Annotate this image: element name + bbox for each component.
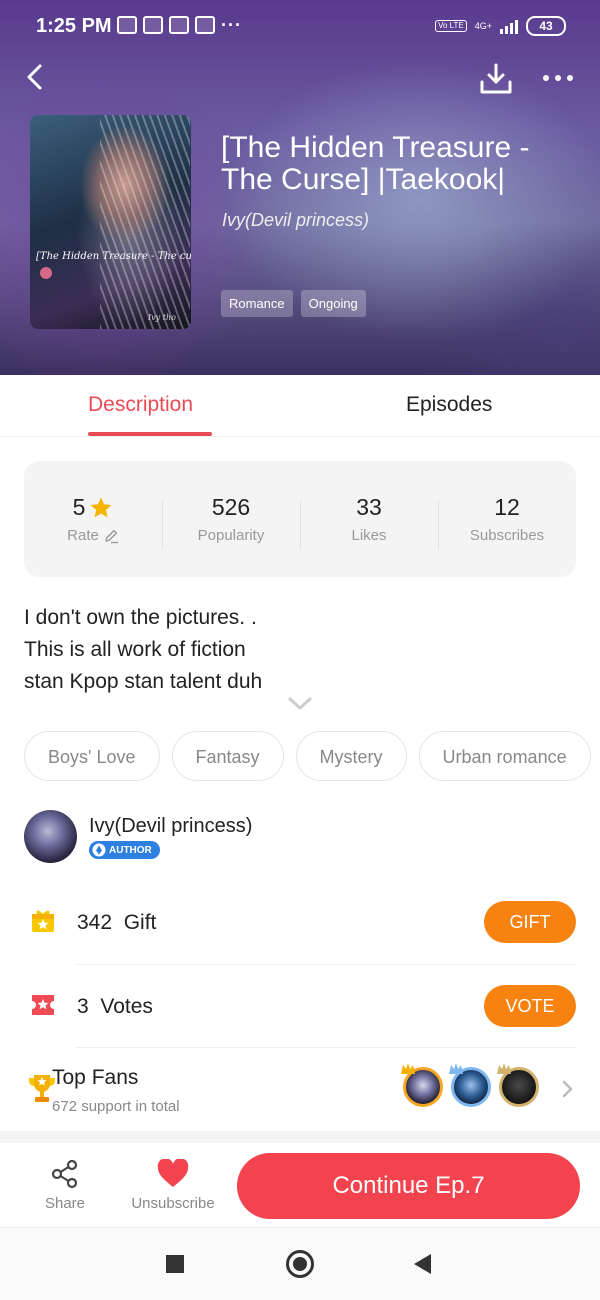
fan-avatar[interactable]	[449, 1063, 491, 1107]
stats-card: 5 Rate 526 Popularity 33 Likes 12 Subscr…	[24, 461, 576, 577]
rate-value: 5	[72, 494, 86, 520]
gift-icon	[32, 910, 54, 932]
nav-home-icon[interactable]	[286, 1250, 314, 1278]
network-type: 4G+	[474, 20, 492, 31]
chevron-down-icon[interactable]	[288, 697, 312, 711]
stat-likes: 33 Likes	[300, 494, 438, 550]
gift-text: 342 Gift	[77, 911, 156, 935]
app-icon	[169, 16, 189, 34]
crown-icon	[401, 1063, 415, 1074]
back-arrow-icon[interactable]	[22, 62, 52, 92]
book-title: [The Hidden Treasure - The Curse] |Taeko…	[221, 131, 530, 196]
top-fans-subtitle: 672 support in total	[52, 1098, 180, 1115]
book-description: I don't own the pictures. . This is all …	[24, 602, 574, 698]
continue-reading-button[interactable]: Continue Ep.7	[237, 1153, 580, 1219]
unsubscribe-label: Unsubscribe	[131, 1195, 215, 1212]
app-icon	[195, 16, 215, 34]
description-line: stan Kpop stan talent duh	[24, 670, 263, 693]
chevron-right-icon[interactable]	[561, 1080, 573, 1098]
genre-chip[interactable]: Fantasy	[171, 731, 284, 781]
status-bar: 1:25 PM ··· Vo LTE 4G+ 43	[0, 0, 600, 54]
top-fans-avatars[interactable]	[401, 1063, 539, 1107]
more-notifications-icon: ···	[221, 15, 242, 35]
genre-chips: Boys' Love Fantasy Mystery Urban romance	[24, 731, 591, 781]
votes-count: 3	[77, 995, 89, 1018]
genre-chip[interactable]: Mystery	[295, 731, 407, 781]
gift-label: Gift	[123, 911, 157, 934]
edit-icon[interactable]	[103, 528, 119, 544]
share-button[interactable]: Share	[38, 1159, 92, 1212]
star-icon	[90, 497, 112, 517]
message-icon	[117, 16, 137, 34]
genre-chip[interactable]: Boys' Love	[24, 731, 160, 781]
likes-value: 33	[356, 494, 382, 520]
share-icon	[51, 1159, 78, 1189]
vote-button[interactable]: VOTE	[484, 985, 576, 1027]
volte-icon: Vo LTE	[435, 20, 467, 32]
battery-icon: 43	[526, 16, 566, 36]
likes-label: Likes	[351, 527, 387, 544]
tag-romance: Romance	[221, 290, 293, 317]
fan-avatar[interactable]	[497, 1063, 539, 1107]
active-tab-indicator	[88, 432, 212, 436]
stat-popularity: 526 Popularity	[162, 494, 300, 550]
notification-icons: ···	[117, 16, 242, 34]
nav-recents-icon[interactable]	[166, 1255, 184, 1273]
rate-label: Rate	[67, 527, 99, 544]
subscribes-label: Subscribes	[469, 527, 545, 544]
book-cover[interactable]: [The Hidden Treasure - The curse] Ivy th…	[30, 115, 191, 329]
book-tags: Romance Ongoing	[221, 290, 366, 317]
stat-subscribes: 12 Subscribes	[438, 494, 576, 550]
download-icon[interactable]	[478, 62, 514, 96]
votes-text: 3 Votes	[77, 995, 153, 1019]
gift-row: 342 Gift GIFT	[24, 900, 576, 946]
vote-row: 3 Votes VOTE	[24, 984, 576, 1030]
bottom-action-bar: Share Unsubscribe Continue Ep.7	[0, 1143, 600, 1228]
nav-back-icon[interactable]	[414, 1254, 431, 1274]
status-indicators: Vo LTE 4G+ 43	[435, 16, 566, 36]
tab-description[interactable]: Description	[88, 393, 193, 417]
book-author[interactable]: Ivy(Devil princess)	[222, 210, 369, 231]
description-line: I don't own the pictures. .	[24, 606, 257, 629]
signal-icon	[500, 18, 518, 34]
system-nav-bar	[0, 1228, 600, 1300]
tab-episodes[interactable]: Episodes	[406, 393, 492, 417]
gift-button[interactable]: GIFT	[484, 901, 576, 943]
share-label: Share	[44, 1195, 86, 1212]
author-badge-label: AUTHOR	[109, 844, 152, 856]
popularity-label: Popularity	[197, 527, 265, 544]
cover-title-text: [The Hidden Treasure - The curse]	[36, 251, 191, 262]
description-line: This is all work of fiction	[24, 638, 246, 661]
fan-avatar[interactable]	[401, 1063, 443, 1107]
crown-icon	[449, 1063, 463, 1074]
vote-ticket-icon	[32, 995, 54, 1015]
subscribes-value: 12	[494, 494, 520, 520]
heart-icon	[157, 1159, 189, 1187]
message-icon	[143, 16, 163, 34]
crown-icon	[497, 1063, 511, 1074]
votes-label: Votes	[100, 995, 153, 1018]
tab-bar: Description Episodes	[0, 375, 600, 437]
author-name[interactable]: Ivy(Devil princess)	[89, 815, 252, 838]
author-avatar[interactable]	[24, 810, 77, 863]
more-icon[interactable]	[540, 66, 576, 90]
top-fans-title[interactable]: Top Fans	[52, 1066, 138, 1090]
status-time: 1:25 PM	[36, 15, 112, 37]
tag-status: Ongoing	[300, 290, 366, 317]
unsubscribe-button[interactable]: Unsubscribe	[128, 1159, 218, 1212]
popularity-value: 526	[211, 494, 251, 520]
cover-signature: Ivy tho	[148, 313, 176, 322]
author-badge: AUTHOR	[89, 841, 160, 859]
author-badge-icon	[92, 843, 106, 857]
book-header: 1:25 PM ··· Vo LTE 4G+ 43 [The Hidden Tr	[0, 0, 600, 375]
stat-rate[interactable]: 5 Rate	[24, 494, 162, 544]
gift-count: 342	[77, 911, 113, 934]
genre-chip[interactable]: Urban romance	[418, 731, 591, 781]
